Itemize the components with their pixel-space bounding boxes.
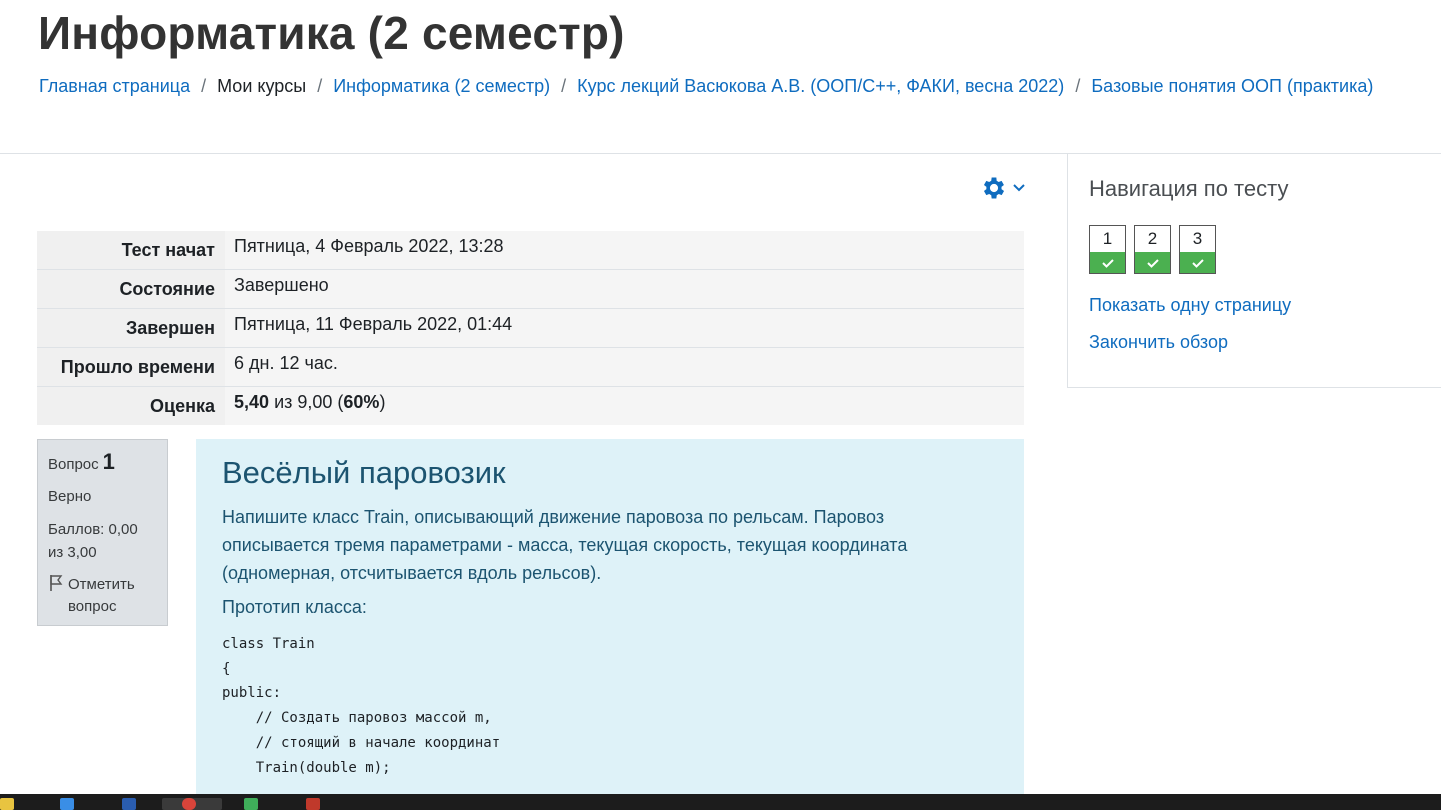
question-state: Верно [48, 488, 92, 505]
breadcrumb-separator: / [1075, 76, 1081, 96]
taskbar-app-icon[interactable] [0, 798, 14, 810]
code-line: class Train [222, 636, 315, 652]
question-number-value: 1 [102, 449, 115, 474]
breadcrumb-course[interactable]: Информатика (2 семестр) [333, 76, 550, 97]
check-icon [1135, 252, 1170, 273]
os-taskbar [0, 794, 1441, 810]
summary-row-grade: Оценка 5,40 из 9,00 (60%) [37, 386, 1024, 425]
nav-question-number: 2 [1147, 229, 1158, 248]
taskbar-app-icon[interactable] [244, 798, 258, 810]
chrome-icon [182, 798, 196, 810]
breadcrumb-my-courses: Мои курсы [217, 76, 307, 96]
summary-row-elapsed: Прошло времени 6 дн. 12 час. [37, 347, 1024, 387]
page-title: Информатика (2 семестр) [38, 7, 625, 59]
summary-value: 6 дн. 12 час. [225, 347, 1024, 387]
question-nav-buttons: 1 2 3 [1089, 225, 1216, 274]
actions-menu-button[interactable] [980, 174, 1026, 202]
gear-icon [980, 174, 1008, 202]
summary-value: Пятница, 11 Февраль 2022, 01:44 [225, 308, 1024, 348]
question-content: Весёлый паровозик Напишите класс Train, … [196, 439, 1024, 810]
nav-question-number: 1 [1102, 229, 1113, 248]
summary-label: Тест начат [37, 231, 225, 270]
summary-row-started: Тест начат Пятница, 4 Февраль 2022, 13:2… [37, 231, 1024, 270]
code-line: // стоящий в начале координат [222, 734, 501, 751]
grade-value: 5,40 [234, 392, 270, 412]
grade-close: ) [379, 392, 386, 412]
taskbar-app-icon[interactable] [122, 798, 136, 810]
breadcrumb-separator: / [561, 76, 567, 96]
prototype-label: Прототип класса: [222, 597, 367, 617]
show-one-page-link[interactable]: Показать одну страницу [1089, 295, 1291, 316]
breadcrumb-quiz[interactable]: Базовые понятия ООП (практика) [1091, 76, 1373, 97]
nav-question-button[interactable]: 3 [1179, 225, 1216, 274]
taskbar-app-icon[interactable] [306, 798, 320, 810]
question-marks: Баллов: 0,00 из 3,00 [48, 521, 138, 561]
grade-percent: 60% [343, 392, 380, 412]
nav-question-button[interactable]: 1 [1089, 225, 1126, 274]
question-text: Напишите класс Train, описывающий движен… [222, 507, 908, 583]
finish-review-link[interactable]: Закончить обзор [1089, 332, 1228, 353]
check-icon [1090, 252, 1125, 273]
quiz-navigation-block: Навигация по тесту 1 2 3 Показать одну с… [1067, 154, 1441, 388]
summary-value: 5,40 из 9,00 (60%) [225, 386, 1024, 425]
quiz-navigation-title: Навигация по тесту [1089, 176, 1289, 201]
breadcrumb-section[interactable]: Курс лекций Васюкова А.В. (ООП/С++, ФАКИ… [577, 76, 1064, 97]
question-info: Вопрос 1 Верно Баллов: 0,00 из 3,00 Отме… [37, 439, 168, 626]
summary-label: Прошло времени [37, 347, 225, 387]
question-prefix: Вопрос [48, 456, 99, 473]
code-line: Train(double m); [222, 759, 391, 776]
code-line: { [222, 660, 231, 677]
grade-max: из 9,00 ( [274, 392, 344, 412]
question-number: Вопрос 1 [48, 449, 157, 475]
summary-label: Оценка [37, 386, 225, 425]
code-line: public: [222, 685, 282, 702]
breadcrumb: Главная страница / Мои курсы / Информати… [39, 76, 1373, 97]
breadcrumb-home[interactable]: Главная страница [39, 76, 190, 97]
flag-icon [48, 574, 64, 599]
attempt-summary-table: Тест начат Пятница, 4 Февраль 2022, 13:2… [37, 231, 1024, 425]
summary-value: Пятница, 4 Февраль 2022, 13:28 [225, 231, 1024, 270]
chevron-down-icon [1012, 183, 1026, 193]
taskbar-app-icon[interactable] [60, 798, 74, 810]
check-icon [1180, 252, 1215, 273]
code-line: // Создать паровоз массой m, [222, 710, 492, 727]
summary-value: Завершено [225, 269, 1024, 309]
question-title: Весёлый паровозик [222, 455, 506, 490]
summary-row-state: Состояние Завершено [37, 269, 1024, 309]
nav-question-number: 3 [1192, 229, 1203, 248]
code-block: class Train { public: // Создать паровоз… [222, 632, 998, 780]
summary-label: Состояние [37, 269, 225, 309]
flag-question-button[interactable]: Отметить вопрос [48, 574, 157, 618]
nav-question-button[interactable]: 2 [1134, 225, 1171, 274]
summary-row-completed: Завершен Пятница, 11 Февраль 2022, 01:44 [37, 308, 1024, 348]
breadcrumb-separator: / [317, 76, 323, 96]
flag-question-label: Отметить вопрос [68, 576, 135, 615]
summary-label: Завершен [37, 308, 225, 348]
breadcrumb-separator: / [201, 76, 207, 96]
